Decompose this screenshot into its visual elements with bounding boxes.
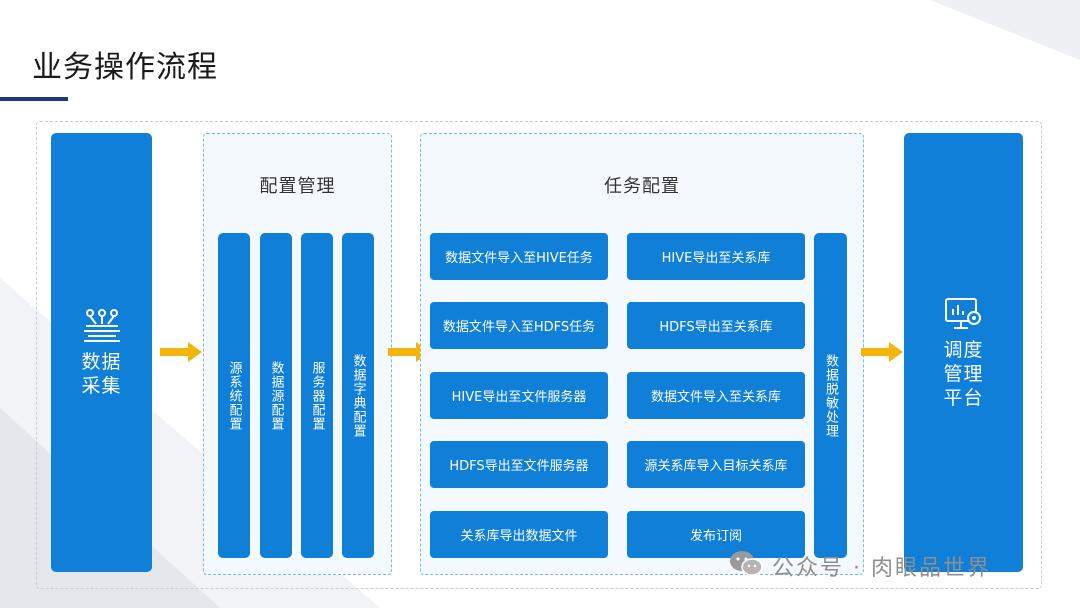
task-item: HIVE导出至关系库 <box>627 233 805 280</box>
page-title: 业务操作流程 <box>32 50 218 85</box>
config-management-title: 配置管理 <box>259 176 336 197</box>
watermark: 公众号 · 肉眼品世界 <box>728 548 991 584</box>
monitor-gear-icon <box>944 296 984 332</box>
task-item: 数据文件导入至HIVE任务 <box>430 233 608 280</box>
task-item: HDFS导出至文件服务器 <box>430 441 608 488</box>
scheduler-platform-label: 调度 管理 平台 <box>943 338 984 409</box>
task-config-panel: 任务配置 <box>420 133 864 575</box>
background-shape <box>930 0 1080 60</box>
task-item: 数据文件导入至关系库 <box>627 372 805 419</box>
wechat-icon <box>728 548 764 584</box>
config-item-data-source: 数据源配置 <box>260 233 292 558</box>
config-item-source-system: 源系统配置 <box>218 233 250 558</box>
task-item: HIVE导出至文件服务器 <box>430 372 608 419</box>
data-masking-column: 数据脱敏处理 <box>814 233 847 558</box>
data-collection-box: 数据 采集 <box>51 133 152 572</box>
config-item-data-dictionary: 数据字典配置 <box>342 233 374 558</box>
task-item: HDFS导出至关系库 <box>627 302 805 349</box>
title-underline <box>0 97 68 101</box>
task-config-title: 任务配置 <box>604 176 680 197</box>
task-item: 关系库导出数据文件 <box>430 511 608 558</box>
task-item: 源关系库导入目标关系库 <box>627 441 805 488</box>
config-item-server: 服务器配置 <box>301 233 333 558</box>
task-item: 数据文件导入至HDFS任务 <box>430 302 608 349</box>
scheduler-platform-box: 调度 管理 平台 <box>904 133 1023 572</box>
data-collect-icon <box>82 308 122 344</box>
watermark-text: 公众号 · 肉眼品世界 <box>772 556 991 581</box>
data-collection-label: 数据 采集 <box>81 350 122 397</box>
